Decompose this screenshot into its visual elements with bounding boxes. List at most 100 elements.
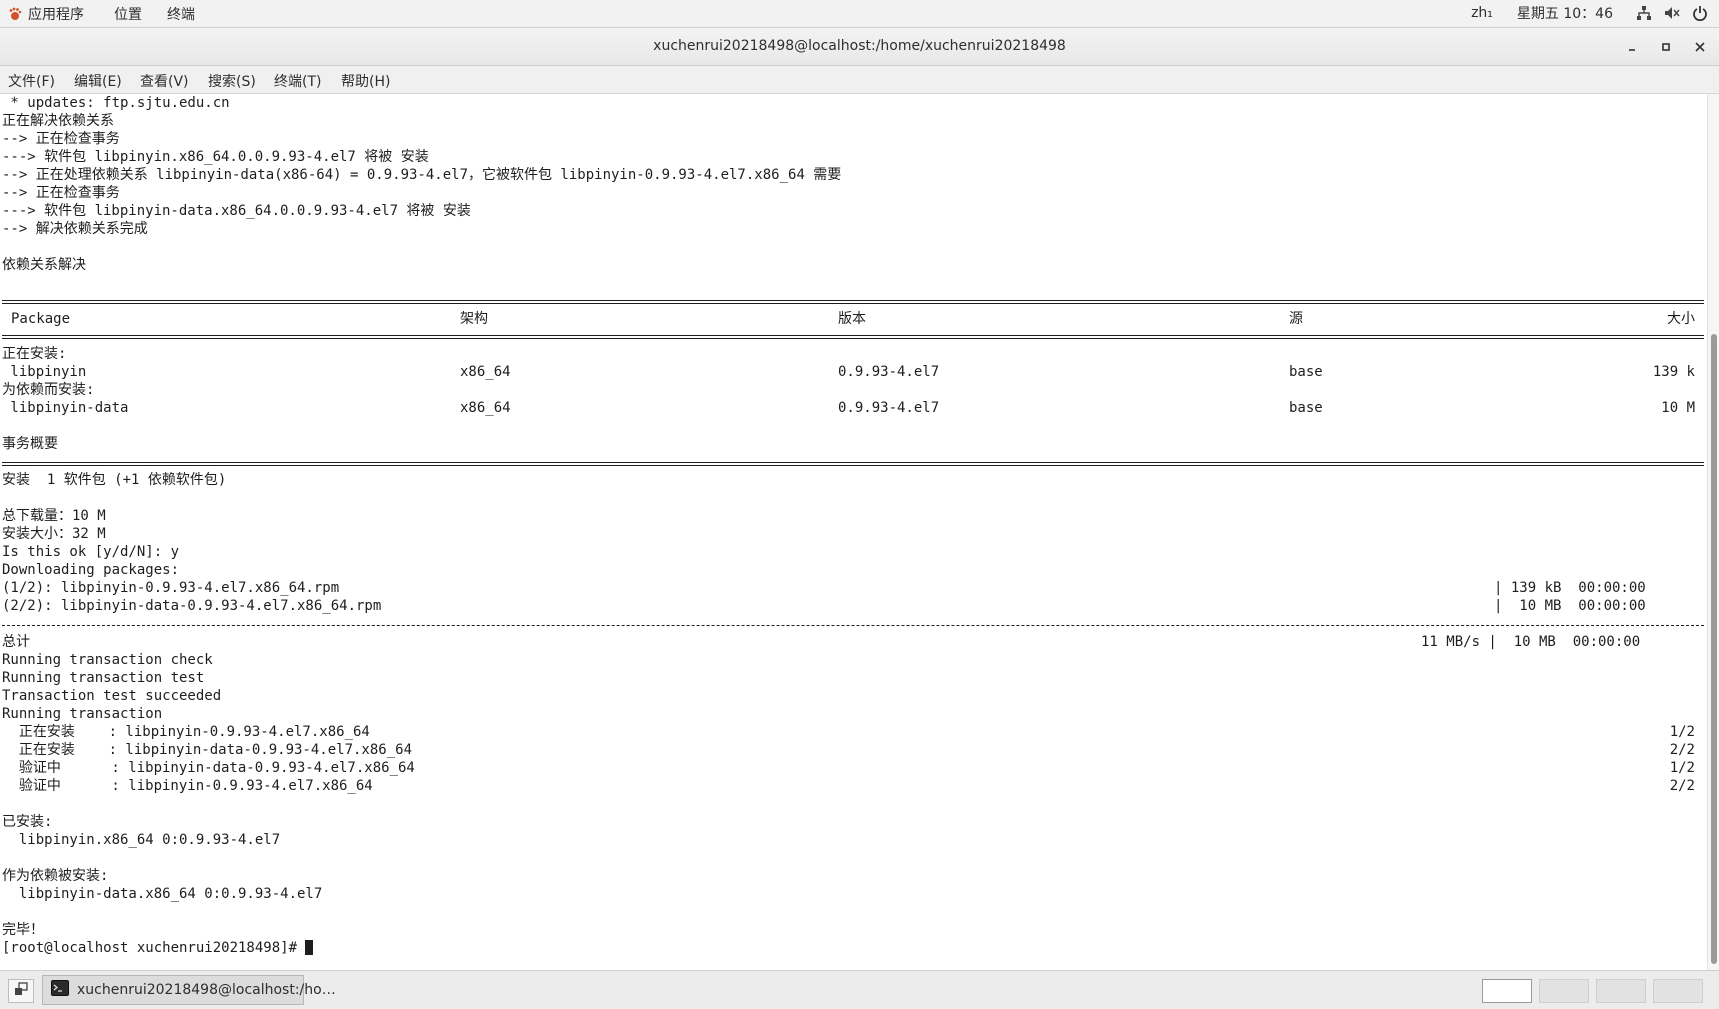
- tx-step-count: 2/2: [1669, 778, 1695, 794]
- tx-step: 验证中 : libpinyin-0.9.93-4.el7.x86_64: [2, 778, 373, 794]
- download-stats: | 139 kB 00:00:00: [1494, 580, 1646, 596]
- show-desktop-button[interactable]: [8, 979, 34, 1003]
- summary-label: 事务概要: [2, 436, 58, 452]
- bottom-taskbar: xuchenrui20218498@localhost:/ho…: [0, 970, 1719, 1009]
- install-size: 安装大小：32 M: [2, 526, 106, 542]
- power-icon[interactable]: [1691, 4, 1709, 22]
- menu-view[interactable]: 查看(V): [140, 71, 189, 91]
- header-size: 大小: [1667, 311, 1695, 327]
- pkg-name: libpinyin-data: [2, 400, 129, 416]
- terminal-output[interactable]: * updates: ftp.sjtu.edu.cn 正在解决依赖关系 --> …: [0, 94, 1707, 970]
- downloading-label: Downloading packages:: [2, 562, 180, 578]
- window-title: xuchenrui20218498@localhost:/home/xuchen…: [653, 38, 1066, 54]
- workspace-4[interactable]: [1653, 979, 1703, 1003]
- terminal-line: 正在解决依赖关系: [2, 113, 114, 129]
- terminal-line: Running transaction: [2, 706, 163, 722]
- installing-label: 正在安装:: [2, 346, 67, 362]
- input-method-indicator[interactable]: zh₁: [1471, 5, 1493, 21]
- shell-prompt-text: [root@localhost xuchenrui20218498]#: [2, 940, 306, 956]
- minimize-icon: [1627, 37, 1637, 56]
- taskbar-window-label: xuchenrui20218498@localhost:/ho…: [77, 982, 336, 998]
- applications-menu[interactable]: 应用程序: [8, 4, 84, 24]
- minimize-button[interactable]: [1622, 36, 1642, 56]
- maximize-button[interactable]: [1656, 36, 1676, 56]
- places-menu[interactable]: 位置: [114, 4, 142, 24]
- dep-installed-label: 作为依赖被安装:: [2, 868, 109, 884]
- terminal-line: ---> 软件包 libpinyin-data.x86_64.0.0.9.93-…: [2, 203, 471, 219]
- show-desktop-icon: [14, 982, 28, 1000]
- pkg-repo: base: [1289, 364, 1323, 380]
- pkg-size: 139 k: [1652, 364, 1695, 380]
- pkg-repo: base: [1289, 400, 1323, 416]
- terminal-line: --> 正在处理依赖关系 libpinyin-data(x86-64) = 0.…: [2, 167, 842, 183]
- download-line: (1/2): libpinyin-0.9.93-4.el7.x86_64.rpm: [2, 580, 340, 596]
- table-rule: [2, 303, 1704, 304]
- applications-label: 应用程序: [28, 7, 84, 23]
- menu-terminal[interactable]: 终端(T): [274, 71, 321, 91]
- menu-file[interactable]: 文件(F): [8, 71, 55, 91]
- close-button[interactable]: [1690, 36, 1710, 56]
- volume-icon[interactable]: [1663, 4, 1681, 22]
- tx-step: 正在安装 : libpinyin-0.9.93-4.el7.x86_64: [2, 724, 370, 740]
- install-summary: 安装 1 软件包 (+1 依赖软件包): [2, 472, 227, 488]
- header-package: Package: [11, 311, 71, 327]
- table-rule: [2, 338, 1704, 339]
- pkg-size: 10 M: [1661, 400, 1695, 416]
- taskbar-window-terminal[interactable]: xuchenrui20218498@localhost:/ho…: [42, 975, 336, 1005]
- terminal-line: ---> 软件包 libpinyin.x86_64.0.0.9.93-4.el7…: [2, 149, 429, 165]
- terminal-line: --> 解决依赖关系完成: [2, 221, 148, 237]
- tx-step: 正在安装 : libpinyin-data-0.9.93-4.el7.x86_6…: [2, 742, 413, 758]
- pkg-version: 0.9.93-4.el7: [838, 364, 940, 380]
- header-arch: 架构: [460, 311, 488, 327]
- clock[interactable]: 星期五 10：46: [1517, 3, 1613, 23]
- gnome-foot-icon: [8, 7, 22, 21]
- header-repo: 源: [1289, 311, 1303, 327]
- tx-step-count: 1/2: [1669, 724, 1695, 740]
- installed-label: 已安装:: [2, 814, 53, 830]
- total-label: 总计: [2, 634, 30, 650]
- terminal-line: Running transaction check: [2, 652, 213, 668]
- terminal-line: Running transaction test: [2, 670, 205, 686]
- pkg-name: libpinyin: [2, 364, 87, 380]
- top-panel: 应用程序 位置 终端 zh₁ 星期五 10：46: [0, 0, 1719, 28]
- shell-prompt[interactable]: [root@localhost xuchenrui20218498]#: [2, 939, 314, 957]
- text-cursor: [305, 940, 314, 955]
- terminal-line: 依赖关系解决: [2, 257, 86, 273]
- tx-step: 验证中 : libpinyin-data-0.9.93-4.el7.x86_64: [2, 760, 415, 776]
- scrollbar-thumb[interactable]: [1711, 334, 1717, 964]
- pkg-arch: x86_64: [460, 364, 511, 380]
- maximize-icon: [1661, 37, 1671, 56]
- terminal-scrollbar[interactable]: [1707, 94, 1719, 970]
- workspace-3[interactable]: [1596, 979, 1646, 1003]
- pkg-version: 0.9.93-4.el7: [838, 400, 940, 416]
- network-icon[interactable]: [1635, 4, 1653, 22]
- header-version: 版本: [838, 311, 866, 327]
- close-icon: [1695, 37, 1705, 56]
- dashed-separator: [2, 625, 1704, 626]
- table-rule: [2, 300, 1704, 301]
- tx-step-count: 2/2: [1669, 742, 1695, 758]
- download-stats: | 10 MB 00:00:00: [1494, 598, 1646, 614]
- terminal-menu[interactable]: 终端: [167, 4, 195, 24]
- terminal-icon: [51, 980, 69, 1000]
- tx-step-count: 1/2: [1669, 760, 1695, 776]
- workspace-2[interactable]: [1539, 979, 1589, 1003]
- pkg-arch: x86_64: [460, 400, 511, 416]
- menu-help[interactable]: 帮助(H): [341, 71, 390, 91]
- window-titlebar[interactable]: xuchenrui20218498@localhost:/home/xuchen…: [0, 28, 1719, 66]
- dep-installed-package: libpinyin-data.x86_64 0:0.9.93-4.el7: [2, 886, 323, 902]
- done-label: 完毕！: [2, 922, 44, 938]
- terminal-line: * updates: ftp.sjtu.edu.cn: [2, 95, 230, 111]
- menu-edit[interactable]: 编辑(E): [74, 71, 122, 91]
- table-rule: [2, 465, 1704, 466]
- terminal-menubar: 文件(F) 编辑(E) 查看(V) 搜索(S) 终端(T) 帮助(H): [0, 66, 1719, 94]
- dep-label: 为依赖而安装:: [2, 382, 95, 398]
- workspace-1[interactable]: [1482, 979, 1532, 1003]
- installed-package: libpinyin.x86_64 0:0.9.93-4.el7: [2, 832, 281, 848]
- total-download: 总下载量：10 M: [2, 508, 106, 524]
- table-rule: [2, 462, 1704, 463]
- terminal-line: Transaction test succeeded: [2, 688, 222, 704]
- confirm-prompt: Is this ok [y/d/N]: y: [2, 544, 180, 560]
- total-stats: 11 MB/s | 10 MB 00:00:00: [1421, 634, 1641, 650]
- menu-search[interactable]: 搜索(S): [208, 71, 256, 91]
